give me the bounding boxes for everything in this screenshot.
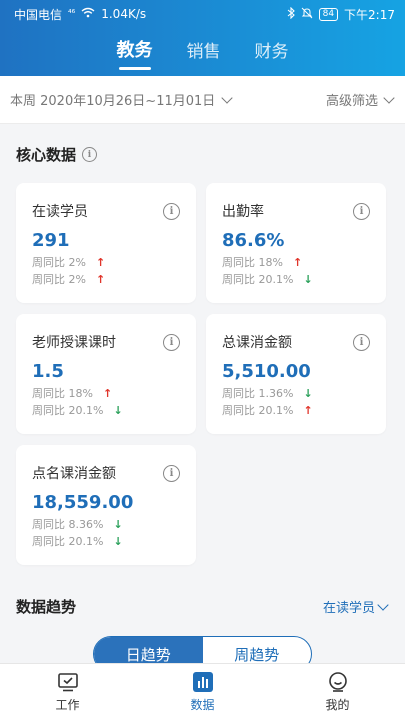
metric-card-attendance[interactable]: 出勤率 i 86.6% 周同比 18% ↑ 周同比 20.1% ↓ (206, 183, 386, 303)
tab-finance[interactable]: 财务 (255, 37, 289, 68)
card-value: 18,559.00 (32, 492, 134, 513)
app-header: 中国电信 ⁴⁶ 1.04K/s 84 下午2:17 教务 销售 财务 (0, 0, 405, 76)
trend-title-text: 数据趋势 (16, 598, 77, 616)
trend-metric-selector[interactable]: 在读学员 (323, 597, 389, 616)
signal-icon: ⁴⁶ (68, 9, 76, 19)
status-bar: 中国电信 ⁴⁶ 1.04K/s 84 下午2:17 (0, 0, 405, 28)
chevron-down-icon (377, 598, 389, 611)
metric-card-total-consumption[interactable]: 总课消金额 i 5,510.00 周同比 1.36% ↓ 周同比 20.1% ↑ (206, 314, 386, 434)
nav-me-label: 我的 (325, 698, 350, 712)
top-tabs: 教务 销售 财务 (0, 28, 405, 76)
arrow-up-icon: ↑ (292, 255, 303, 269)
week-compare: 周同比 20.1% ↓ (32, 403, 123, 418)
bar-chart-icon (192, 672, 213, 692)
week-compare: 周同比 8.36% ↓ (32, 517, 123, 532)
core-data-title: 核心数据 i (16, 144, 98, 165)
date-range-label: 本周 2020年10月26日~11月01日 (10, 94, 216, 109)
chevron-down-icon (383, 91, 395, 104)
arrow-down-icon: ↓ (303, 386, 313, 400)
nav-work[interactable]: 工作 (0, 664, 135, 720)
carrier-label: 中国电信 (14, 7, 63, 22)
nav-me[interactable]: 我的 (270, 664, 405, 720)
metric-card-rollcall-consumption[interactable]: 点名课消金额 i 18,559.00 周同比 8.36% ↓ 周同比 20.1% ↓ (16, 445, 196, 565)
metric-card-students[interactable]: 在读学员 i 291 周同比 2% ↑ 周同比 2% ↑ (16, 183, 196, 303)
info-icon[interactable]: i (353, 334, 370, 351)
trend-metric-label: 在读学员 (322, 601, 375, 616)
card-title: 出勤率 (222, 204, 264, 220)
card-title: 在读学员 (32, 204, 88, 220)
nav-data[interactable]: 数据 (135, 664, 270, 720)
week-compare: 周同比 20.1% ↓ (222, 272, 313, 287)
tab-sales[interactable]: 销售 (187, 37, 221, 68)
card-value: 86.6% (222, 230, 285, 251)
week-compare: 周同比 18% ↑ (32, 386, 113, 401)
network-speed: 1.04K/s (101, 7, 147, 21)
monitor-icon (57, 673, 78, 692)
week-compare: 周同比 20.1% ↑ (222, 403, 313, 418)
week-compare: 周同比 1.36% ↓ (222, 386, 313, 401)
battery-icon: 84 (318, 7, 339, 21)
info-icon[interactable]: i (353, 203, 370, 220)
card-title: 老师授课课时 (32, 335, 116, 351)
bluetooth-icon (287, 6, 295, 22)
tab-academic[interactable]: 教务 (117, 36, 153, 70)
card-value: 1.5 (32, 361, 64, 382)
info-icon[interactable]: i (163, 203, 180, 220)
week-compare: 周同比 20.1% ↓ (32, 534, 123, 549)
clock: 下午2:17 (344, 7, 395, 22)
nav-data-label: 数据 (190, 698, 215, 712)
info-icon[interactable]: i (163, 465, 180, 482)
arrow-down-icon: ↓ (113, 517, 123, 531)
filter-bar: 本周 2020年10月26日~11月01日 高级筛选 (0, 76, 405, 124)
info-icon[interactable]: i (163, 334, 180, 351)
trend-title: 数据趋势 (16, 596, 76, 617)
advanced-filter-button[interactable]: 高级筛选 (326, 90, 395, 109)
week-compare: 周同比 2% ↑ (32, 272, 106, 287)
arrow-up-icon: ↑ (303, 403, 313, 417)
bottom-nav: 工作 数据 我的 (0, 663, 405, 720)
nav-work-label: 工作 (55, 698, 80, 712)
mute-icon (301, 7, 313, 22)
metric-card-teaching-hours[interactable]: 老师授课课时 i 1.5 周同比 18% ↑ 周同比 20.1% ↓ (16, 314, 196, 434)
week-compare: 周同比 18% ↑ (222, 255, 303, 270)
arrow-up-icon: ↑ (95, 255, 106, 269)
arrow-down-icon: ↓ (113, 403, 123, 417)
core-data-title-text: 核心数据 (16, 146, 77, 164)
user-face-icon (328, 672, 347, 692)
chevron-down-icon (221, 91, 233, 104)
card-value: 291 (32, 230, 70, 251)
date-range-selector[interactable]: 本周 2020年10月26日~11月01日 (10, 90, 233, 109)
card-title: 点名课消金额 (32, 466, 116, 482)
card-value: 5,510.00 (222, 361, 311, 382)
week-compare: 周同比 2% ↑ (32, 255, 106, 270)
arrow-down-icon: ↓ (113, 534, 123, 548)
advanced-filter-label: 高级筛选 (325, 94, 378, 109)
arrow-up-icon: ↑ (95, 272, 106, 286)
arrow-up-icon: ↑ (102, 386, 113, 400)
info-icon[interactable]: i (82, 147, 98, 162)
wifi-icon (81, 7, 95, 21)
arrow-down-icon: ↓ (303, 272, 313, 286)
card-title: 总课消金额 (222, 335, 292, 351)
